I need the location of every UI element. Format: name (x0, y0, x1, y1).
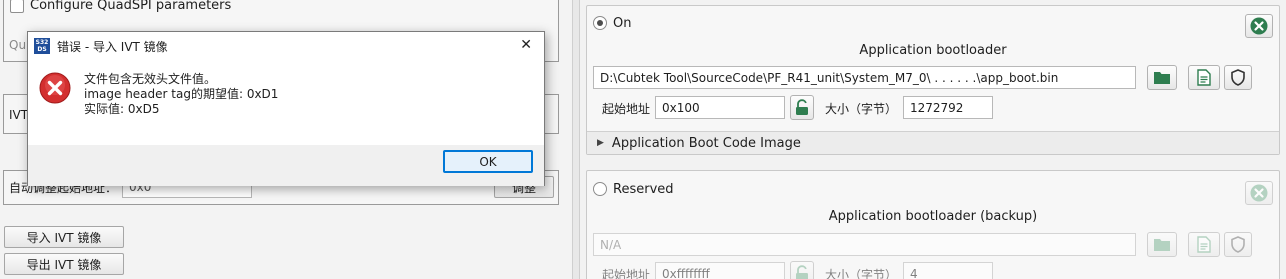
card1-size-value: 1272792 (910, 100, 964, 115)
card2-size-label: 大小（字节） (825, 268, 898, 279)
close-icon[interactable]: ✕ (520, 37, 532, 53)
right-panel: On Application bootloader D:\Cubtek Tool… (580, 0, 1286, 279)
card1-lock-button[interactable] (790, 95, 814, 120)
error-dialog: S32 DS 错误 - 导入 IVT 镜像 ✕ 文件包含无效头文件值。 imag… (27, 31, 545, 186)
card2-start-addr-label: 起始地址 (602, 268, 651, 279)
shield-icon (1231, 236, 1245, 253)
document-icon (1197, 69, 1211, 86)
panel-splitter[interactable] (572, 0, 580, 279)
card1-browse-button[interactable] (1147, 65, 1177, 90)
card2-shield-button[interactable] (1224, 232, 1252, 257)
card1-start-addr-value: 0x100 (662, 100, 700, 115)
card2-size-input[interactable]: 4 (903, 262, 993, 279)
unlock-icon (796, 99, 808, 115)
close-circle-icon (1250, 17, 1268, 35)
radio-reserved[interactable] (593, 182, 607, 196)
document-icon (1197, 236, 1211, 253)
card1-size-input[interactable]: 1272792 (903, 96, 993, 119)
radio-reserved-label: Reserved (613, 182, 674, 197)
card2-view-file-button[interactable] (1188, 232, 1220, 257)
card2-title: Application bootloader (backup) (828, 209, 1038, 224)
folder-icon (1154, 72, 1170, 84)
card2-path-input[interactable]: N/A (593, 233, 1136, 256)
card2-start-addr-input[interactable]: 0xffffffff (655, 262, 785, 279)
card1-view-file-button[interactable] (1188, 65, 1220, 90)
card1-path-input[interactable]: D:\Cubtek Tool\SourceCode\PF_R41_unit\Sy… (593, 66, 1136, 89)
dialog-title: 错误 - 导入 IVT 镜像 (57, 39, 168, 54)
message-line-1: 文件包含无效头文件值。 (84, 72, 217, 86)
close-circle-icon (1250, 184, 1268, 202)
export-ivt-button[interactable]: 导出 IVT 镜像 (4, 253, 124, 275)
quadspi-checkbox[interactable] (10, 0, 24, 13)
dialog-titlebar[interactable]: S32 DS 错误 - 导入 IVT 镜像 ✕ (28, 32, 544, 60)
card1-size-label: 大小（字节） (825, 102, 898, 116)
card1-start-addr-input[interactable]: 0x100 (655, 96, 785, 119)
dialog-body: 文件包含无效头文件值。 image header tag的期望值: 0xD1 实… (28, 60, 544, 145)
card1-shield-button[interactable] (1224, 65, 1252, 90)
card1-start-addr-label: 起始地址 (602, 102, 651, 116)
dialog-message: 文件包含无效头文件值。 image header tag的期望值: 0xD1 实… (84, 72, 278, 117)
card2-path-value: N/A (600, 237, 622, 252)
card1-boot-code-expander[interactable]: ▶ Application Boot Code Image (587, 131, 1279, 154)
remove-card2-button[interactable] (1245, 181, 1273, 205)
dialog-footer: OK (28, 145, 544, 186)
message-line-2: image header tag的期望值: 0xD1 (84, 87, 279, 101)
app-icon: S32 DS (34, 38, 50, 54)
folder-icon (1154, 239, 1170, 251)
partial-label-ivt: IVT (9, 108, 29, 122)
chevron-right-icon: ▶ (597, 138, 604, 148)
card2-lock-button[interactable] (790, 261, 814, 279)
error-icon (39, 72, 71, 104)
message-line-3: 实际值: 0xD5 (84, 102, 160, 116)
remove-card1-button[interactable] (1245, 14, 1273, 38)
expander-label: Application Boot Code Image (611, 135, 801, 151)
radio-on-label: On (613, 16, 632, 31)
unlock-icon (796, 265, 808, 279)
import-ivt-button[interactable]: 导入 IVT 镜像 (4, 226, 124, 248)
shield-icon (1231, 69, 1245, 86)
card2-start-addr-value: 0xffffffff (662, 266, 710, 279)
quadspi-checkbox-label: Configure QuadSPI parameters (30, 0, 232, 13)
card2-browse-button[interactable] (1147, 232, 1177, 257)
radio-on[interactable] (593, 16, 607, 30)
card1-title: Application bootloader (859, 43, 1007, 58)
card1-path-value: D:\Cubtek Tool\SourceCode\PF_R41_unit\Sy… (600, 70, 1059, 85)
ok-button[interactable]: OK (443, 150, 533, 173)
card2-size-value: 4 (910, 266, 918, 279)
partial-label-qu: Qu (9, 38, 27, 52)
